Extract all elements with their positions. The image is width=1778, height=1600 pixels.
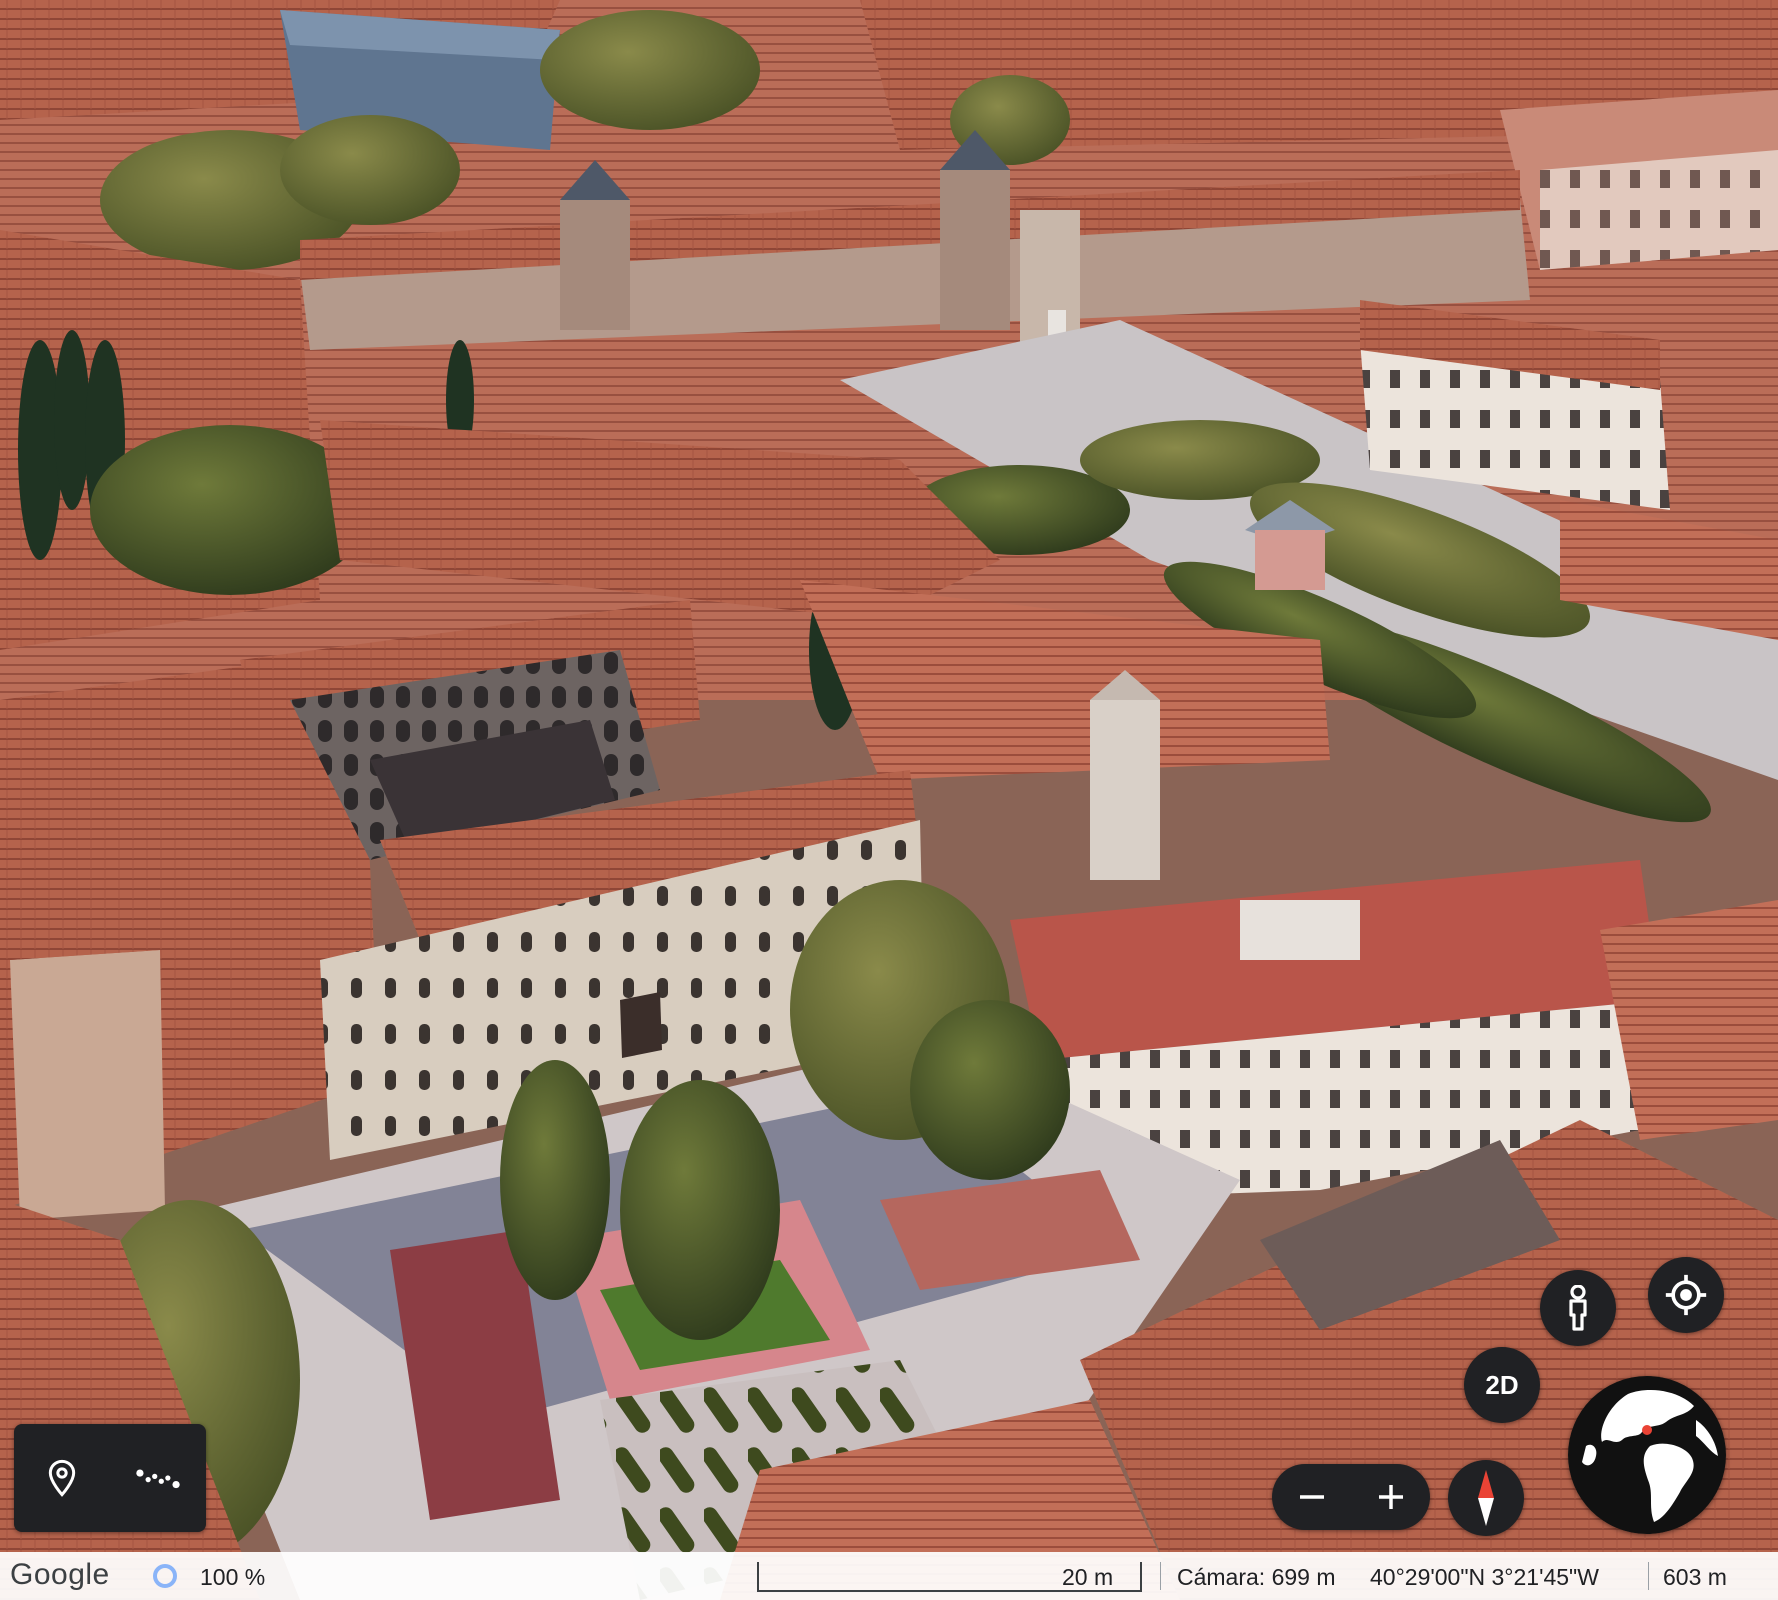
camera-altitude: Cámara: 699 m	[1177, 1564, 1336, 1590]
scale-label: 20 m	[1062, 1564, 1114, 1590]
status-bar: Google 100 % 20 m Cámara: 699 m 40°29'00…	[0, 1552, 1778, 1600]
zoom-out-button[interactable]	[1282, 1467, 1342, 1527]
google-logo: Google	[10, 1558, 110, 1591]
loading-ring-icon	[153, 1564, 177, 1588]
coordinates[interactable]: 40°29'00"N 3°21'45"W	[1370, 1564, 1599, 1591]
zoom-in-button[interactable]	[1361, 1467, 1421, 1527]
add-placemark-button[interactable]	[30, 1446, 94, 1510]
compass-icon	[1478, 1470, 1494, 1526]
compass-button[interactable]	[1448, 1460, 1524, 1536]
earth-viewport[interactable]: 2D Google 100 % 20 m Cámara: 699 m 40°29…	[0, 0, 1778, 1600]
elevation: 603 m	[1663, 1564, 1727, 1590]
my-location-icon	[1665, 1274, 1707, 1316]
my-location-button[interactable]	[1648, 1257, 1724, 1333]
tools-panel	[14, 1424, 206, 1532]
loading-percent: 100 %	[200, 1564, 266, 1590]
place-pin-icon	[48, 1459, 76, 1497]
globe-icon	[1568, 1376, 1726, 1534]
draw-path-button[interactable]	[126, 1446, 190, 1510]
divider	[1648, 1562, 1649, 1590]
draw-path-icon	[136, 1469, 180, 1489]
plus-icon	[1378, 1485, 1403, 1509]
pegman-icon	[1569, 1285, 1587, 1331]
street-view-pegman-button[interactable]	[1540, 1270, 1616, 1346]
toggle-2d-button[interactable]: 2D	[1464, 1347, 1540, 1423]
divider	[1160, 1562, 1161, 1590]
globe-navigator[interactable]	[1568, 1376, 1726, 1534]
minus-icon	[1299, 1495, 1324, 1499]
zoom-control	[1272, 1464, 1430, 1530]
toggle-2d-label: 2D	[1485, 1369, 1519, 1400]
